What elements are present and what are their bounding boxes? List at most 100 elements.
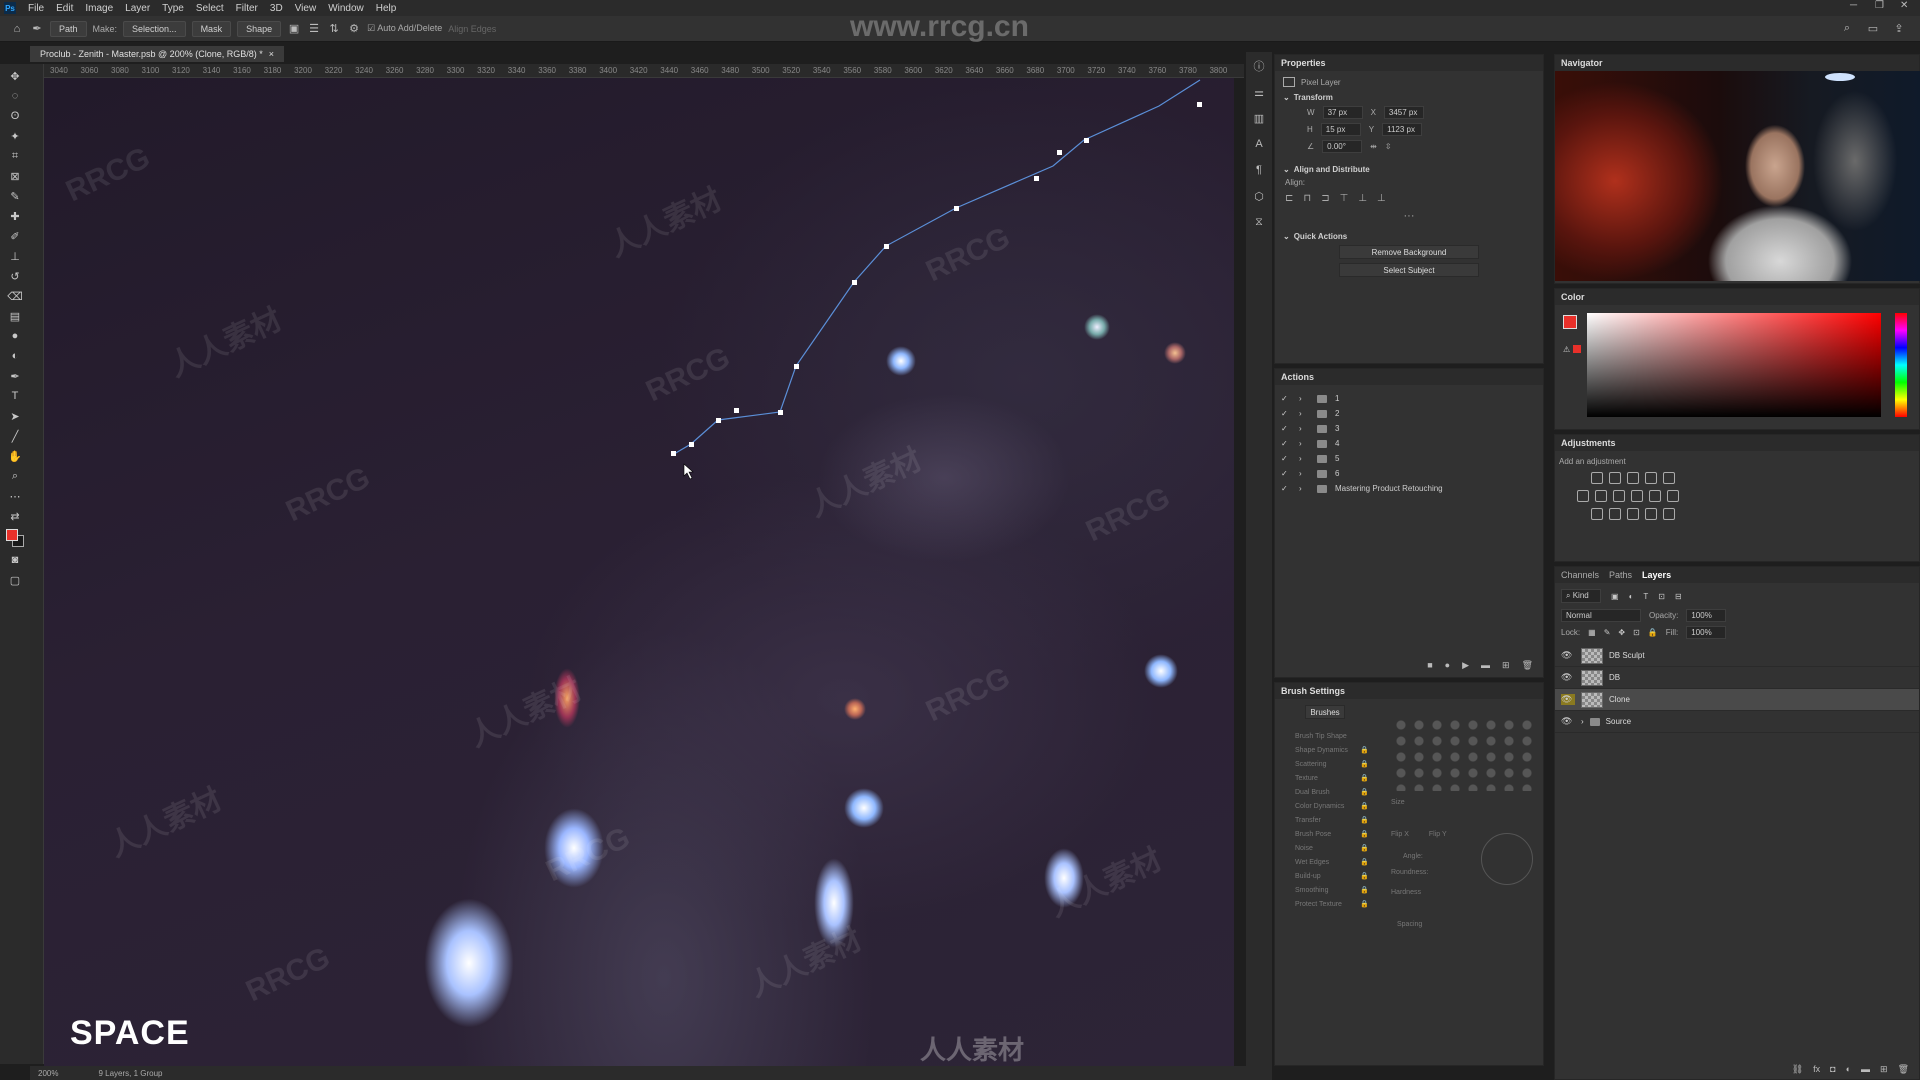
hand-tool-icon[interactable]: ✋ <box>6 448 24 464</box>
chevron-right-icon[interactable]: › <box>1299 394 1309 403</box>
screen-mode-icon[interactable]: ▢ <box>6 572 24 588</box>
menu-image[interactable]: Image <box>79 3 119 14</box>
select-subject-button[interactable]: Select Subject <box>1339 263 1479 277</box>
flip-vertical-icon[interactable]: ⇳ <box>1385 142 1392 151</box>
fx-icon[interactable]: fx <box>1813 1064 1820 1075</box>
vertical-ruler[interactable] <box>30 64 44 1064</box>
swap-colors-icon[interactable]: ⇄ <box>6 508 24 524</box>
opacity-field[interactable]: 100% <box>1686 609 1727 622</box>
new-set-icon[interactable]: ▬ <box>1481 660 1490 671</box>
layer-group-row[interactable]: 👁 › Source <box>1555 711 1919 733</box>
invert-icon[interactable] <box>1591 508 1603 520</box>
info-icon[interactable]: ⓘ <box>1251 58 1267 74</box>
visibility-eye-icon[interactable]: 👁 <box>1561 672 1575 683</box>
lock-icon[interactable]: 🔒 <box>1360 858 1369 866</box>
flip-horizontal-icon[interactable]: ⇹ <box>1370 142 1377 151</box>
flip-y-checkbox[interactable]: Flip Y <box>1429 831 1447 838</box>
play-icon[interactable]: ▶ <box>1462 660 1469 671</box>
lock-icon[interactable]: 🔒 <box>1360 788 1369 796</box>
foreground-color-swatch[interactable] <box>5 528 25 548</box>
menu-filter[interactable]: Filter <box>230 3 264 14</box>
brush-option[interactable]: Brush Tip Shape <box>1275 729 1375 743</box>
gear-icon[interactable]: ⚙ <box>347 22 361 36</box>
layer-row[interactable]: 👁 DB Sculpt <box>1555 645 1919 667</box>
curves-icon[interactable] <box>1627 472 1639 484</box>
filter-adjustment-icon[interactable]: ◐ <box>1629 592 1634 601</box>
add-mask-icon[interactable]: ◘ <box>1830 1064 1835 1075</box>
pen-tool-icon-side[interactable]: ✒ <box>6 368 24 384</box>
brush-option[interactable]: Shape Dynamics 🔒 <box>1275 743 1375 757</box>
levels-icon[interactable] <box>1609 472 1621 484</box>
check-icon[interactable]: ✓ <box>1281 484 1291 493</box>
tool-mode-select[interactable]: Path <box>50 20 87 37</box>
check-icon[interactable]: ✓ <box>1281 469 1291 478</box>
history-icon[interactable]: ⧖ <box>1251 214 1267 230</box>
filter-shape-icon[interactable]: ⊡ <box>1658 592 1665 601</box>
zoom-tool-icon[interactable]: ⌕ <box>6 468 24 484</box>
tab-layers[interactable]: Layers <box>1642 570 1671 580</box>
visibility-eye-icon[interactable]: 👁 <box>1561 716 1575 727</box>
search-icon[interactable]: ⌕ <box>1840 22 1854 36</box>
history-brush-tool-icon[interactable]: ↺ <box>6 268 24 284</box>
tab-channels[interactable]: Channels <box>1561 570 1599 580</box>
transform-section[interactable]: ⌄ Transform <box>1283 93 1543 102</box>
lock-icon[interactable]: 🔒 <box>1360 760 1369 768</box>
lasso-tool-icon[interactable]: ʘ <box>6 108 24 124</box>
marquee-tool-icon[interactable]: ◌ <box>6 88 24 104</box>
new-group-icon[interactable]: ▬ <box>1861 1064 1870 1075</box>
brush-angle-preview[interactable] <box>1481 833 1533 885</box>
photo-filter-icon[interactable] <box>1631 490 1643 502</box>
hue-slider[interactable] <box>1895 313 1907 417</box>
more-options-icon[interactable]: ··· <box>1275 210 1543 222</box>
align-bottom-icon[interactable]: ⊥ <box>1377 193 1386 204</box>
quick-actions-section[interactable]: ⌄ Quick Actions <box>1283 232 1543 241</box>
visibility-eye-icon[interactable]: 👁 <box>1561 694 1575 705</box>
document-canvas[interactable]: RRCG 人人素材 RRCG RRCG 人人素材 人人素材 RRCG 人人素材 … <box>44 78 1234 1066</box>
lock-artboard-icon[interactable]: ⊡ <box>1633 628 1640 637</box>
line-tool-icon[interactable]: ╱ <box>6 428 24 444</box>
lock-icon[interactable]: 🔒 <box>1360 844 1369 852</box>
angle-field[interactable]: 0.00° <box>1322 140 1363 153</box>
brush-option[interactable]: Noise 🔒 <box>1275 841 1375 855</box>
workspace-icon[interactable]: ▭ <box>1866 22 1880 36</box>
home-icon[interactable]: ⌂ <box>10 22 24 36</box>
frame-tool-icon[interactable]: ⊠ <box>6 168 24 184</box>
action-set-row[interactable]: ✓ › 2 <box>1275 406 1543 421</box>
color-balance-icon[interactable] <box>1595 490 1607 502</box>
horizontal-ruler[interactable]: 3040 3060 3080 3100 3120 3140 3160 3180 3200 3220… <box>44 64 1244 78</box>
action-set-row[interactable]: ✓ › Mastering Product Retouching <box>1275 481 1543 496</box>
check-icon[interactable]: ✓ <box>1281 394 1291 403</box>
layer-row-selected[interactable]: 👁 Clone <box>1555 689 1919 711</box>
selective-color-icon[interactable] <box>1663 508 1675 520</box>
brush-option[interactable]: Color Dynamics 🔒 <box>1275 799 1375 813</box>
restore-icon[interactable]: ❐ <box>1875 0 1884 11</box>
chevron-right-icon[interactable]: › <box>1581 717 1584 726</box>
paragraph-icon[interactable]: ¶ <box>1251 162 1267 178</box>
align-top-icon[interactable]: ⊤ <box>1340 193 1349 204</box>
posterize-icon[interactable] <box>1609 508 1621 520</box>
close-icon[interactable]: ✕ <box>1900 0 1908 11</box>
align-middle-icon[interactable]: ⊥ <box>1358 193 1367 204</box>
make-selection-button[interactable]: Selection... <box>123 20 186 37</box>
brush-option[interactable]: Smoothing 🔒 <box>1275 883 1375 897</box>
align-edges-checkbox[interactable]: Align Edges <box>448 24 496 34</box>
make-shape-button[interactable]: Shape <box>237 20 282 37</box>
flip-x-checkbox[interactable]: Flip X <box>1391 831 1409 838</box>
black-white-icon[interactable] <box>1613 490 1625 502</box>
delete-layer-icon[interactable]: 🗑 <box>1898 1064 1909 1075</box>
brush-tool-icon[interactable]: ✐ <box>6 228 24 244</box>
brush-option[interactable]: Scattering 🔒 <box>1275 757 1375 771</box>
dodge-tool-icon[interactable]: ◐ <box>6 348 24 364</box>
document-tab[interactable]: Proclub - Zenith - Master.psb @ 200% (Cl… <box>30 46 284 62</box>
chevron-right-icon[interactable]: › <box>1299 439 1309 448</box>
share-icon[interactable]: ⇪ <box>1892 22 1906 36</box>
foreground-swatch[interactable] <box>1563 315 1577 329</box>
blend-mode-select[interactable]: Normal <box>1561 609 1641 622</box>
threshold-icon[interactable] <box>1627 508 1639 520</box>
check-icon[interactable]: ✓ <box>1281 439 1291 448</box>
color-lookup-icon[interactable] <box>1667 490 1679 502</box>
action-set-row[interactable]: ✓ › 3 <box>1275 421 1543 436</box>
pen-tool-icon[interactable]: ✒ <box>30 22 44 36</box>
healing-brush-tool-icon[interactable]: ✚ <box>6 208 24 224</box>
new-action-icon[interactable]: ⊞ <box>1502 660 1510 671</box>
